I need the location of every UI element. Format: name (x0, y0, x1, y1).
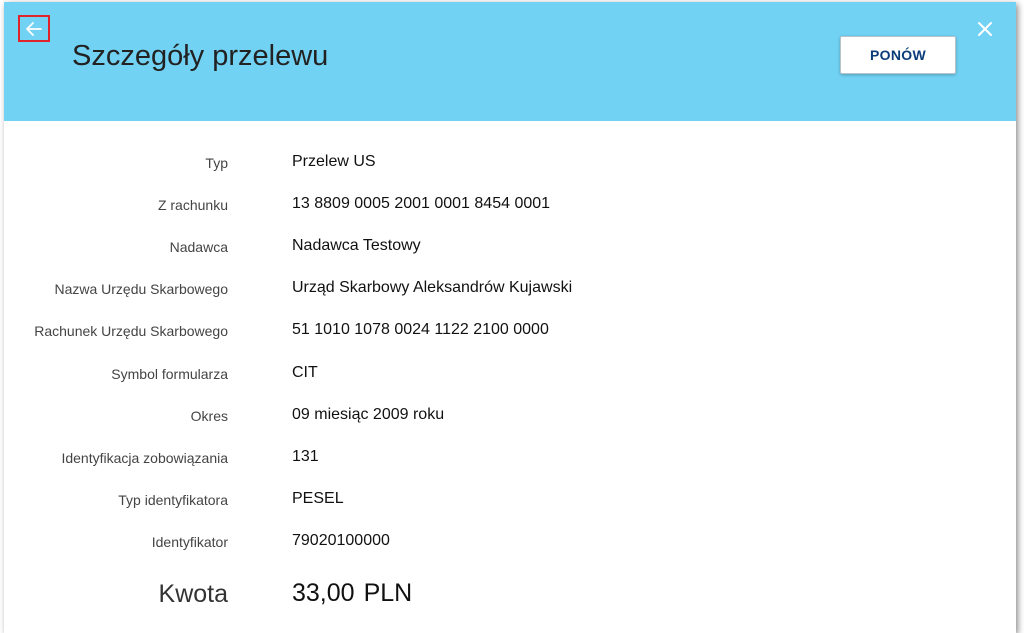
detail-label: Nadawca (169, 239, 228, 255)
detail-label: Identyfikator (151, 534, 228, 550)
detail-label: Nazwa Urzędu Skarbowego (54, 281, 228, 297)
detail-row-identifier-type: Typ identyfikatora PESEL (4, 488, 1016, 512)
detail-label: Typ identyfikatora (118, 492, 228, 508)
detail-value: 51 1010 1078 0024 1122 2100 0000 (292, 321, 549, 338)
detail-value: 79020100000 (292, 532, 390, 549)
detail-label: Symbol formularza (111, 366, 228, 382)
detail-row-tax-office-account: Rachunek Urzędu Skarbowego 51 1010 1078 … (4, 319, 1016, 343)
amount: 33,00 PLN (292, 579, 421, 608)
close-icon (978, 22, 992, 36)
detail-value: 131 (292, 448, 319, 465)
detail-row-sender: Nadawca Nadawca Testowy (4, 235, 1016, 259)
detail-label: Identyfikacja zobowiązania (61, 450, 228, 466)
detail-row-tax-office-name: Nazwa Urzędu Skarbowego Urząd Skarbowy A… (4, 277, 1016, 301)
detail-label: Rachunek Urzędu Skarbowego (34, 323, 228, 339)
detail-value: CIT (292, 364, 318, 381)
amount-currency: PLN (363, 579, 413, 607)
back-button[interactable] (18, 15, 50, 42)
transfer-details-panel: Szczegóły przelewu PONÓW Typ Przelew US … (4, 2, 1016, 633)
detail-row-from-account: Z rachunku 13 8809 0005 2001 0001 8454 0… (4, 193, 1016, 217)
amount-label: Kwota (158, 580, 228, 608)
header-bar: Szczegóły przelewu PONÓW (4, 2, 1016, 121)
detail-label: Z rachunku (157, 197, 228, 213)
detail-value: Urząd Skarbowy Aleksandrów Kujawski (292, 279, 573, 296)
detail-row-type: Typ Przelew US (4, 151, 1016, 175)
detail-row-identifier: Identyfikator 79020100000 (4, 530, 1016, 554)
detail-value: 09 miesiąc 2009 roku (292, 406, 445, 423)
page-title: Szczegóły przelewu (72, 40, 329, 72)
detail-row-form-symbol: Symbol formularza CIT (4, 362, 1016, 386)
amount-value: 33,00 (292, 579, 355, 607)
detail-label: Okres (190, 408, 228, 424)
close-button[interactable] (974, 18, 996, 40)
retry-button[interactable]: PONÓW (840, 36, 956, 74)
detail-value: Nadawca Testowy (292, 237, 421, 254)
arrow-left-icon (26, 21, 42, 36)
detail-row-obligation-id: Identyfikacja zobowiązania 131 (4, 446, 1016, 470)
detail-value: PESEL (292, 490, 344, 507)
detail-value: Przelew US (292, 153, 376, 170)
detail-value: 13 8809 0005 2001 0001 8454 0001 (292, 195, 551, 212)
detail-row-period: Okres 09 miesiąc 2009 roku (4, 404, 1016, 428)
detail-label: Typ (205, 155, 228, 171)
